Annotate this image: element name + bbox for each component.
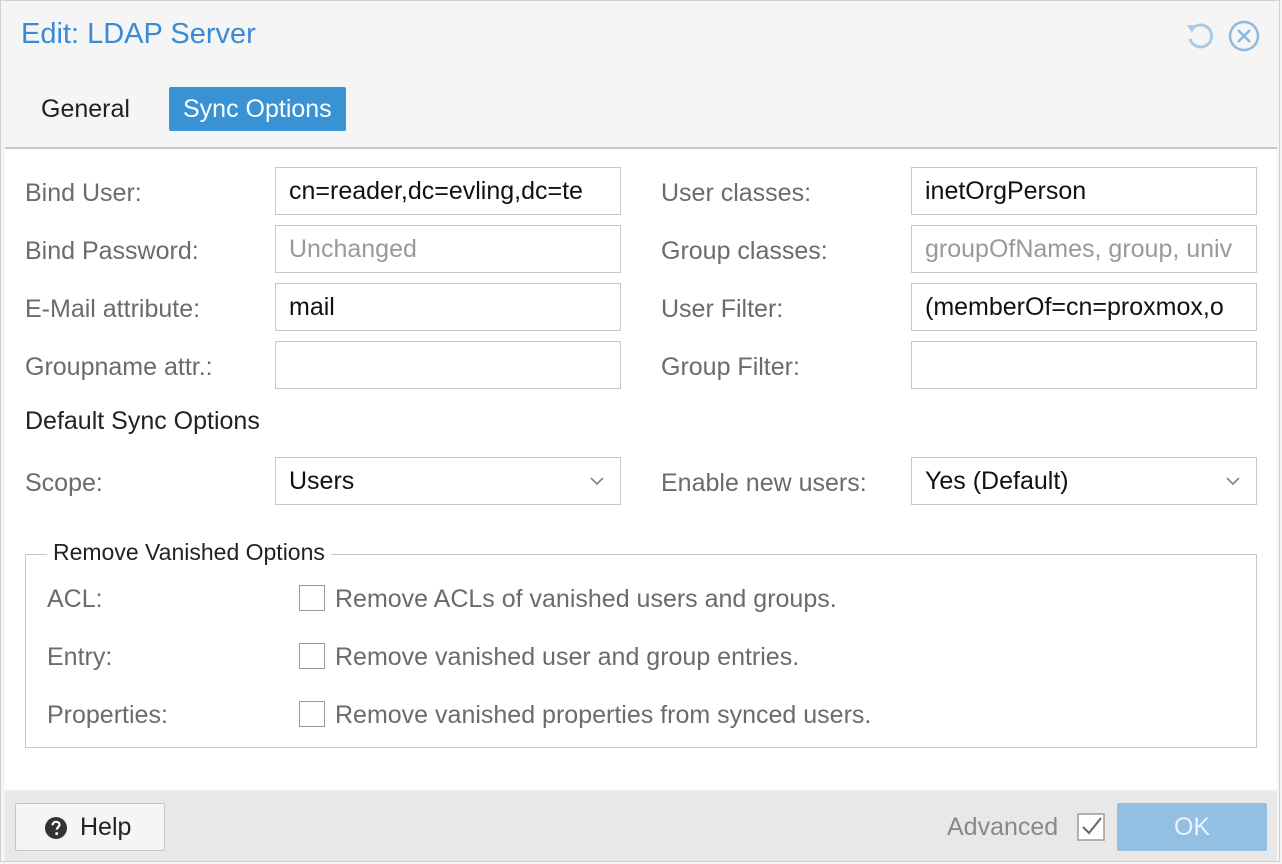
email-attribute-field[interactable]: mail <box>275 283 621 331</box>
reset-icon[interactable] <box>1183 19 1217 53</box>
entry-label: Entry: <box>47 643 113 671</box>
acl-checkbox[interactable] <box>299 585 325 611</box>
sync-options-panel: Bind User: cn=reader,dc=evling,dc=te Bin… <box>5 149 1277 789</box>
tab-sync-options[interactable]: Sync Options <box>169 87 346 131</box>
properties-checkbox[interactable] <box>299 701 325 727</box>
entry-checkbox[interactable] <box>299 643 325 669</box>
email-attribute-label: E-Mail attribute: <box>25 295 201 323</box>
group-filter-label: Group Filter: <box>661 353 800 381</box>
entry-option-text[interactable]: Remove vanished user and group entries. <box>335 643 799 672</box>
remove-vanished-legend: Remove Vanished Options <box>47 539 331 566</box>
dialog-footer: Help Advanced OK <box>5 791 1277 861</box>
groupname-attr-label: Groupname attr.: <box>25 353 213 381</box>
chevron-down-icon <box>590 477 604 486</box>
ok-button[interactable]: OK <box>1117 803 1267 851</box>
default-sync-options-heading: Default Sync Options <box>25 407 260 435</box>
scope-label: Scope: <box>25 469 103 497</box>
tab-general[interactable]: General <box>27 87 144 131</box>
group-classes-field[interactable]: groupOfNames, group, univ <box>911 225 1257 273</box>
help-icon <box>45 817 67 839</box>
group-filter-field[interactable] <box>911 341 1257 389</box>
bind-password-label: Bind Password: <box>25 237 199 265</box>
group-classes-label: Group classes: <box>661 237 828 265</box>
help-button-label: Help <box>80 813 132 841</box>
user-filter-label: User Filter: <box>661 295 784 323</box>
user-filter-field[interactable]: (memberOf=cn=proxmox,o <box>911 283 1257 331</box>
tab-bar: General Sync Options <box>5 81 1277 149</box>
enable-new-users-value: Yes (Default) <box>925 467 1069 495</box>
advanced-checkbox[interactable] <box>1077 813 1105 841</box>
bind-user-label: Bind User: <box>25 179 142 207</box>
groupname-attr-field[interactable] <box>275 341 621 389</box>
advanced-label: Advanced <box>947 813 1059 841</box>
user-classes-field[interactable]: inetOrgPerson <box>911 167 1257 215</box>
edit-ldap-dialog: Edit: LDAP Server General Sync Options B… <box>0 0 1280 862</box>
bind-user-field[interactable]: cn=reader,dc=evling,dc=te <box>275 167 621 215</box>
properties-option-text[interactable]: Remove vanished properties from synced u… <box>335 701 871 730</box>
dialog-title: Edit: LDAP Server <box>21 18 256 50</box>
acl-option-text[interactable]: Remove ACLs of vanished users and groups… <box>335 585 837 614</box>
help-button[interactable]: Help <box>15 803 165 851</box>
scope-select[interactable]: Users <box>275 457 621 505</box>
chevron-down-icon <box>1226 477 1240 486</box>
close-icon[interactable] <box>1227 19 1261 53</box>
user-classes-label: User classes: <box>661 179 812 207</box>
scope-value: Users <box>289 467 355 495</box>
bind-password-field[interactable]: Unchanged <box>275 225 621 273</box>
acl-label: ACL: <box>47 585 103 613</box>
properties-label: Properties: <box>47 701 168 729</box>
enable-new-users-label: Enable new users: <box>661 469 867 497</box>
enable-new-users-select[interactable]: Yes (Default) <box>911 457 1257 505</box>
